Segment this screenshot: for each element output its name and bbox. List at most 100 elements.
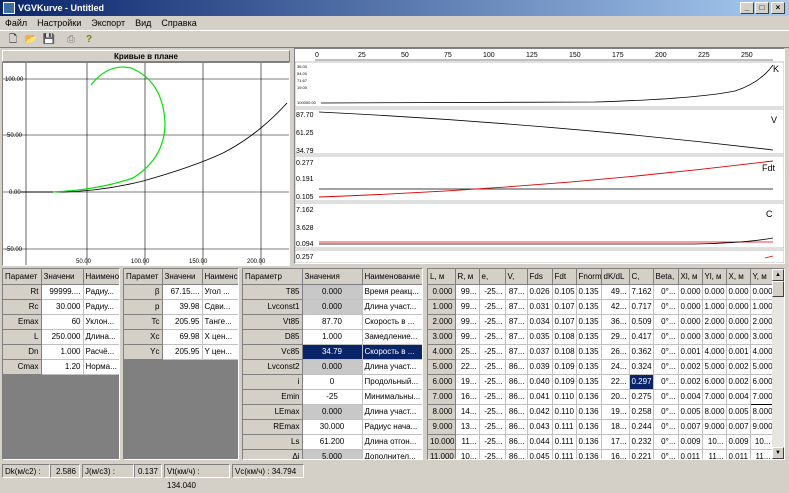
cell[interactable]: 0.135 [576, 284, 602, 300]
cell[interactable]: 4.000 [702, 344, 727, 360]
cell[interactable]: 87... [505, 284, 528, 300]
cell[interactable]: 87... [505, 299, 528, 315]
column-header[interactable]: Наименс [202, 269, 238, 285]
cell[interactable]: 2.000 [428, 314, 456, 330]
table-row[interactable]: 2.000 99... -25... 87... 0.034 0.107 0.135 36..… [428, 314, 774, 330]
cell[interactable]: 5.000 [702, 359, 727, 375]
table-results[interactable]: L, м R, м e, V, Fds Fdt Fnorm dK/dL C, Beta, Xl, м… [427, 268, 785, 460]
column-header[interactable]: V, [505, 269, 528, 285]
cell[interactable]: 2.000 [702, 314, 727, 330]
cell[interactable]: 0°... [653, 344, 679, 360]
cell[interactable]: 0.000 [678, 314, 703, 330]
cell[interactable]: 0.108 [552, 329, 577, 345]
table-row[interactable]: 0.000 99... -25... 87... 0.026 0.105 0.135 49..… [428, 284, 774, 300]
cell[interactable]: 5.000 [428, 359, 456, 375]
cell[interactable]: 0.005 [726, 404, 751, 420]
table-input-params[interactable]: Парамет Значени Наимено Rt 99999.... Радиу… [2, 268, 120, 460]
cell[interactable]: 0.258 [629, 404, 654, 420]
cell[interactable]: Vc85 [243, 344, 303, 360]
cell[interactable]: 0.362 [629, 344, 654, 360]
table-row[interactable]: β 67.15.... Угол ... [124, 284, 238, 300]
cell[interactable]: 16... [455, 389, 480, 405]
cell[interactable]: β [124, 284, 163, 300]
cell[interactable]: 30.000 [41, 299, 84, 315]
column-header[interactable]: Значени [162, 269, 203, 285]
cell[interactable]: 0°... [653, 434, 679, 450]
cell[interactable]: 0.041 [527, 389, 553, 405]
cell[interactable]: 99... [455, 329, 480, 345]
cell[interactable]: 19... [455, 374, 480, 390]
cell[interactable]: 0°... [653, 374, 679, 390]
cell[interactable]: 0.044 [527, 434, 553, 450]
cell[interactable]: 0°... [653, 449, 679, 459]
table-row[interactable]: 8.000 14... -25... 86... 0.042 0.110 0.136 19..… [428, 404, 774, 420]
cell[interactable]: 0.000 [726, 329, 751, 345]
cell[interactable]: -25... [479, 344, 506, 360]
cell[interactable]: -25... [479, 449, 506, 459]
cell[interactable]: 86... [505, 374, 528, 390]
table-row[interactable]: Rt 99999.... Радиу... [3, 284, 119, 300]
cell[interactable]: 5.000 [302, 449, 363, 459]
cell[interactable]: 0.000 [678, 299, 703, 315]
cell[interactable]: 0.000 [302, 299, 363, 315]
cell[interactable]: 0.043 [527, 419, 553, 435]
table-row[interactable]: Lvconst1 0.000 Длина участ... [243, 299, 422, 315]
column-header[interactable]: Beta, [653, 269, 679, 285]
cell[interactable]: 11... [455, 434, 480, 450]
cell[interactable]: 7.000 [702, 389, 727, 405]
table-row[interactable]: 1.000 99... -25... 87... 0.031 0.107 0.135 42..… [428, 299, 774, 315]
cell[interactable]: Угол ... [202, 284, 238, 300]
cell[interactable]: 1.000 [428, 299, 456, 315]
cell[interactable]: 86... [505, 449, 528, 459]
cell[interactable]: Время реакц... [362, 284, 422, 300]
cell[interactable]: -25... [479, 404, 506, 420]
cell[interactable]: 10... [750, 434, 774, 450]
table-row[interactable]: Tc 205.95 Танге... [124, 314, 238, 330]
column-header[interactable]: Наименование [362, 269, 422, 285]
column-header[interactable]: Значения [302, 269, 363, 285]
cell[interactable]: 24... [601, 359, 630, 375]
cell[interactable]: 0.107 [552, 299, 577, 315]
open-folder-icon[interactable]: 📂 [24, 33, 38, 46]
cell[interactable]: 99... [455, 314, 480, 330]
column-header[interactable]: Наимено [83, 269, 119, 285]
cell[interactable]: 2.000 [750, 314, 774, 330]
cell[interactable]: Дополнител... [362, 449, 422, 459]
cell[interactable]: 0.031 [527, 299, 553, 315]
cell[interactable]: 0.136 [576, 449, 602, 459]
cell[interactable]: 0°... [653, 389, 679, 405]
cell[interactable]: 0.109 [552, 374, 577, 390]
cell[interactable]: 99... [455, 299, 480, 315]
cell[interactable]: 6.000 [428, 374, 456, 390]
table-row[interactable]: Yc 205.95 Y цен... [124, 344, 238, 360]
cell[interactable]: 1.000 [41, 344, 84, 360]
cell[interactable]: 69.98 [162, 329, 203, 345]
cell[interactable]: 0.244 [629, 419, 654, 435]
table-row[interactable]: Rc 30.000 Радиу... [3, 299, 119, 315]
cell[interactable]: X цен... [202, 329, 238, 345]
cell[interactable]: 49... [601, 284, 630, 300]
cell[interactable]: 6.000 [702, 374, 727, 390]
cell[interactable]: 0.717 [629, 299, 654, 315]
cell[interactable]: 0.002 [726, 374, 751, 390]
cell[interactable]: 0.110 [552, 389, 577, 405]
cell[interactable]: 1.20 [41, 359, 84, 375]
cell[interactable]: 67.15.... [162, 284, 203, 300]
cell[interactable]: 87... [505, 344, 528, 360]
cell[interactable]: 5.000 [750, 359, 774, 375]
cell[interactable]: 0.000 [302, 404, 363, 420]
cell[interactable]: 16... [601, 449, 630, 459]
cell[interactable]: Замедление... [362, 329, 422, 345]
cell[interactable]: 0.002 [678, 359, 703, 375]
menu-help[interactable]: Справка [156, 16, 201, 30]
table-curve-params[interactable]: Парамет Значени Наименс β 67.15.... Угол .… [123, 268, 239, 460]
table-row[interactable]: D85 1.000 Замедление... [243, 329, 422, 345]
table-row[interactable]: Emin -25 Минимальны... [243, 389, 422, 405]
cell[interactable]: 22... [601, 374, 630, 390]
cell[interactable]: 99... [455, 284, 480, 300]
cell[interactable]: 11.000 [428, 449, 456, 459]
menu-export[interactable]: Экспорт [86, 16, 130, 30]
cell[interactable]: Продольный... [362, 374, 422, 390]
cell[interactable]: 10.000 [428, 434, 456, 450]
cell[interactable]: 0.232 [629, 434, 654, 450]
